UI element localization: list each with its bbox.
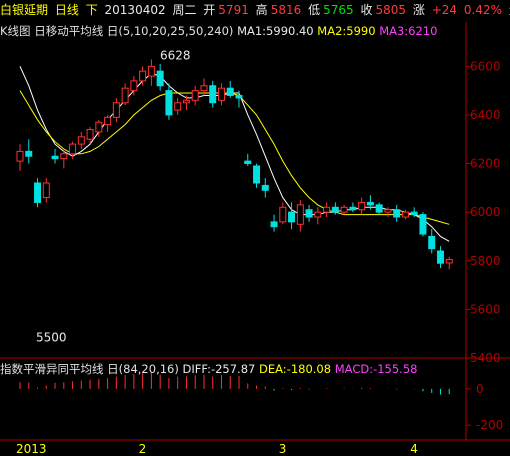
price-annotation: 5500: [36, 331, 67, 345]
y-tick-label: 6400: [470, 108, 501, 122]
panel-title[interactable]: K线图: [0, 24, 31, 38]
candle-body: [419, 214, 427, 235]
candle-body: [288, 211, 296, 223]
macd-legend: 指数平滑异同平均线 日(84,20,16) DIFF:-257.87 DEA:-…: [0, 360, 417, 378]
y-tick-label: 6600: [470, 59, 501, 73]
diff-value: DIFF:-257.87: [182, 362, 256, 376]
candle-body: [261, 184, 269, 191]
y-tick-label: 5400: [470, 351, 501, 365]
ma2-value: MA2:5990: [317, 24, 376, 38]
candle-body: [349, 206, 357, 211]
candle-body: [104, 116, 112, 126]
candle-body: [217, 87, 225, 101]
candle-body: [358, 201, 366, 211]
y-tick-label: 5600: [470, 302, 501, 316]
candle-body: [95, 121, 103, 133]
candle-body: [296, 204, 304, 225]
candle-body: [130, 80, 138, 92]
candle-body: [51, 155, 59, 160]
candle-body: [60, 153, 68, 160]
candle-body: [305, 209, 313, 218]
candle-body: [235, 94, 243, 99]
candle-body: [77, 136, 85, 145]
ma-line-ma2: [19, 90, 450, 225]
candle-body: [25, 150, 33, 157]
candle-body: [436, 250, 444, 264]
candle-body: [112, 102, 120, 118]
candle-body: [182, 99, 190, 104]
ma-indicator-label[interactable]: 日移动平均线 日(5,10,20,25,50,240): [34, 24, 233, 38]
x-tick-label: 3: [279, 442, 287, 456]
macd-value: MACD:-155.58: [334, 362, 418, 376]
candle-body: [69, 143, 77, 155]
candle-body: [147, 65, 155, 77]
ma-legend: K线图 日移动平均线 日(5,10,20,25,50,240) MA1:5990…: [0, 22, 437, 40]
candle-body: [226, 87, 234, 96]
candle-body: [401, 211, 409, 218]
ma3-value: MA3:6210: [379, 24, 438, 38]
candle-body: [191, 90, 199, 101]
candle-body: [174, 102, 182, 111]
candle-body: [16, 150, 24, 162]
candle-body: [428, 235, 436, 250]
candle-body: [200, 85, 208, 92]
ma1-value: MA1:5990.40: [237, 24, 314, 38]
x-tick-label: 2: [139, 442, 147, 456]
macd-tick-label: -200: [476, 418, 503, 432]
candle-body: [340, 206, 348, 213]
candle-body: [244, 160, 252, 165]
candle-body: [410, 211, 418, 216]
candle-body: [384, 209, 392, 213]
candle-body: [165, 90, 173, 116]
candle-body: [253, 165, 261, 184]
candle-body: [279, 206, 287, 223]
x-tick-label: 2013: [16, 442, 47, 456]
macd-tick-label: 0: [476, 382, 484, 396]
price-annotation: 6628: [160, 49, 191, 63]
candle-body: [393, 209, 401, 218]
macd-indicator-label[interactable]: 指数平滑异同平均线 日(84,20,16): [0, 362, 179, 376]
y-tick-label: 6000: [470, 205, 501, 219]
y-tick-label: 5800: [470, 254, 501, 268]
candle-body: [121, 87, 129, 104]
candle-body: [445, 259, 453, 264]
candle-body: [366, 201, 374, 206]
candle-body: [375, 204, 383, 213]
candle-body: [270, 221, 278, 228]
y-tick-label: 6200: [470, 157, 501, 171]
candle-body: [331, 206, 339, 213]
candle-body: [34, 182, 42, 203]
candle-body: [86, 129, 94, 140]
candle-body: [323, 206, 331, 213]
kline-chart[interactable]: 6600 6400 6200 6000 5800 5600 5400 6628 5500 0 -20…: [0, 0, 510, 456]
candle-body: [209, 85, 217, 104]
candle-body: [314, 211, 322, 218]
candle-body: [42, 182, 50, 199]
candle-body: [156, 70, 164, 87]
dea-value: DEA:-180.08: [259, 362, 332, 376]
x-tick-label: 4: [410, 442, 418, 456]
candle-body: [139, 70, 147, 82]
